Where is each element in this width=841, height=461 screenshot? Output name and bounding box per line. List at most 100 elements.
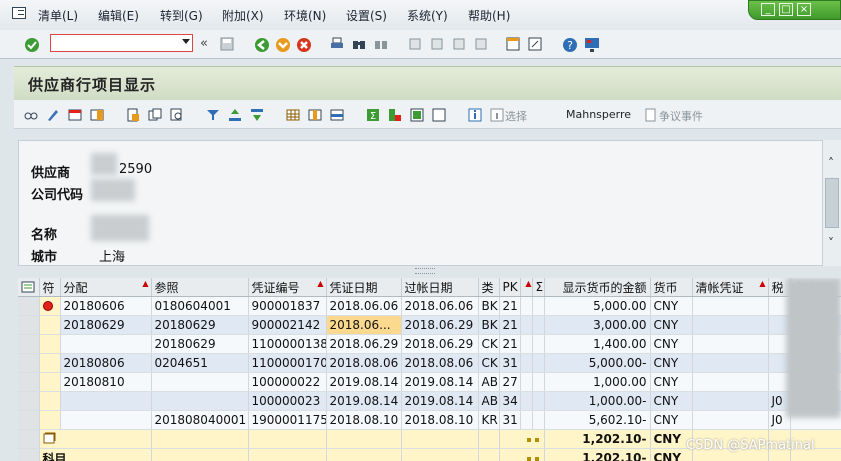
cell-currency[interactable]: CNY [650, 372, 693, 392]
selection-info-icon[interactable] [490, 108, 504, 122]
menu-extras[interactable]: 附加(X) [222, 7, 264, 24]
table-row[interactable]: 20180806 0204651 1100000170 2018.08.06 2018.… [18, 353, 841, 373]
cell-currency[interactable]: CNY [650, 296, 693, 316]
cell-doc-type[interactable]: CK [478, 334, 500, 354]
dispute-case-button[interactable]: 争议事件 [659, 108, 703, 124]
copy-icon[interactable] [148, 108, 162, 122]
cell-posting-date[interactable]: 2018.08.06 [401, 353, 479, 373]
col-amount[interactable]: 显示货币的金额 [544, 278, 651, 297]
chevron-down-icon[interactable] [182, 39, 190, 44]
cell-assignment[interactable]: 20180810 [60, 372, 152, 392]
cell-clearing-doc[interactable] [692, 296, 769, 316]
pencil-icon[interactable] [46, 108, 60, 122]
table-row[interactable]: 201808040001 1900001175 2018.08.10 2018.08.… [18, 410, 841, 430]
table-row[interactable]: 20180606 0180604001 900001837 2018.06.06 201… [18, 296, 841, 316]
zoom-icon[interactable] [170, 108, 184, 122]
collapse-icon[interactable]: « [200, 36, 208, 51]
cell-amount[interactable]: 3,000.00 [544, 315, 651, 335]
cell-doc-type[interactable]: AB [478, 372, 500, 392]
save-icon[interactable] [220, 37, 234, 51]
print-icon[interactable] [330, 37, 344, 51]
table-row[interactable]: 20180810 100000022 2019.08.14 2019.08.14 AB 2… [18, 372, 841, 392]
cell-doc-date[interactable]: 2018.06... [326, 315, 402, 335]
cell-doc-number[interactable]: 1100000170 [248, 353, 327, 373]
rows-icon[interactable] [330, 108, 344, 122]
dispute-icon[interactable] [644, 108, 658, 122]
cell-currency[interactable]: CNY [650, 334, 693, 354]
menu-list[interactable]: 清单(L) [38, 7, 78, 24]
cell-assignment[interactable] [60, 410, 152, 430]
cell-amount[interactable]: 1,000.00- [544, 391, 651, 411]
row-selector[interactable] [18, 391, 40, 411]
cell-reference[interactable]: 20180629 [151, 315, 249, 335]
cell-assignment[interactable]: 20180806 [60, 353, 152, 373]
columns-icon[interactable] [308, 108, 322, 122]
row-selector[interactable] [18, 429, 40, 449]
info-icon[interactable] [468, 108, 482, 122]
cell-doc-date[interactable]: 2019.08.14 [326, 372, 402, 392]
cell-posting-key[interactable]: 27 [499, 372, 521, 392]
enter-check-icon[interactable] [24, 37, 40, 53]
collapse-all-icon[interactable] [432, 108, 446, 122]
cell-posting-date[interactable]: 2018.06.06 [401, 296, 479, 316]
cell-doc-type[interactable]: BK [478, 315, 500, 335]
menu-settings[interactable]: 设置(S) [346, 7, 387, 24]
cell-doc-number[interactable]: 100000022 [248, 372, 327, 392]
command-input[interactable] [51, 35, 181, 51]
col-assignment[interactable]: 分配 ▲ [60, 278, 152, 297]
cell-posting-key[interactable]: 31 [499, 410, 521, 430]
col-posting-date[interactable]: 过帐日期 [401, 278, 479, 297]
mahnsperre-button[interactable]: Mahnsperre [566, 108, 631, 121]
row-selector[interactable] [18, 448, 40, 461]
customize-layout-icon[interactable] [584, 37, 600, 53]
minimize-icon[interactable]: _ [761, 3, 775, 16]
col-clearing-doc[interactable]: 清帐凭证 ▲ [692, 278, 769, 297]
table-row[interactable]: 100000023 2019.08.14 2019.08.14 AB 34 1,000.0… [18, 391, 841, 411]
col-doc-date[interactable]: 凭证日期 [326, 278, 402, 297]
col-doc-type[interactable]: 类 [478, 278, 500, 297]
next-page-icon[interactable] [452, 37, 466, 51]
menu-help[interactable]: 帮助(H) [468, 7, 510, 24]
cell-clearing-doc[interactable] [692, 410, 769, 430]
new-session-icon[interactable] [506, 37, 520, 51]
cell-posting-key[interactable]: 21 [499, 334, 521, 354]
shortcut-icon[interactable] [528, 37, 542, 51]
cell-doc-type[interactable]: AB [478, 391, 500, 411]
cell-reference[interactable]: 20180629 [151, 334, 249, 354]
cell-clearing-doc[interactable] [692, 315, 769, 335]
subtotal-icon[interactable] [388, 108, 402, 122]
filter-icon[interactable] [206, 108, 220, 122]
document-icon[interactable] [126, 108, 140, 122]
help-icon[interactable]: ? [562, 37, 578, 53]
cell-posting-date[interactable]: 2019.08.14 [401, 391, 479, 411]
cell-doc-type[interactable]: KR [478, 410, 500, 430]
cell-doc-date[interactable]: 2018.06.29 [326, 334, 402, 354]
change-layout-icon[interactable] [90, 108, 104, 122]
cell-doc-number[interactable]: 900001837 [248, 296, 327, 316]
cell-amount[interactable]: 1,400.00 [544, 334, 651, 354]
close-icon[interactable]: × [797, 3, 811, 16]
row-selector[interactable] [18, 372, 40, 392]
cell-clearing-doc[interactable] [692, 391, 769, 411]
cell-posting-key[interactable]: 34 [499, 391, 521, 411]
cell-amount[interactable]: 1,000.00 [544, 372, 651, 392]
cell-posting-key[interactable]: 31 [499, 353, 521, 373]
header-scrollbar[interactable]: ˄ ˅ [823, 140, 841, 266]
table-icon[interactable] [286, 108, 300, 122]
cell-assignment[interactable]: 20180606 [60, 296, 152, 316]
sum-icon[interactable]: Σ [366, 108, 380, 122]
cell-doc-number[interactable]: 100000023 [248, 391, 327, 411]
find-next-icon[interactable] [374, 37, 388, 51]
sort-descending-icon[interactable] [250, 108, 264, 122]
find-icon[interactable] [352, 37, 366, 51]
table-row[interactable]: 20180629 20180629 900002142 2018.06... 2018.… [18, 315, 841, 335]
cell-doc-date[interactable]: 2018.08.06 [326, 353, 402, 373]
maximize-icon[interactable]: □ [779, 3, 793, 16]
scroll-thumb[interactable] [825, 178, 839, 228]
select-layout-icon[interactable] [68, 108, 82, 122]
cell-assignment[interactable]: 20180629 [60, 315, 152, 335]
menu-icon[interactable] [12, 7, 26, 19]
cell-posting-date[interactable]: 2018.06.29 [401, 315, 479, 335]
scroll-down-icon[interactable]: ˅ [826, 237, 836, 249]
cell-reference[interactable] [151, 391, 249, 411]
